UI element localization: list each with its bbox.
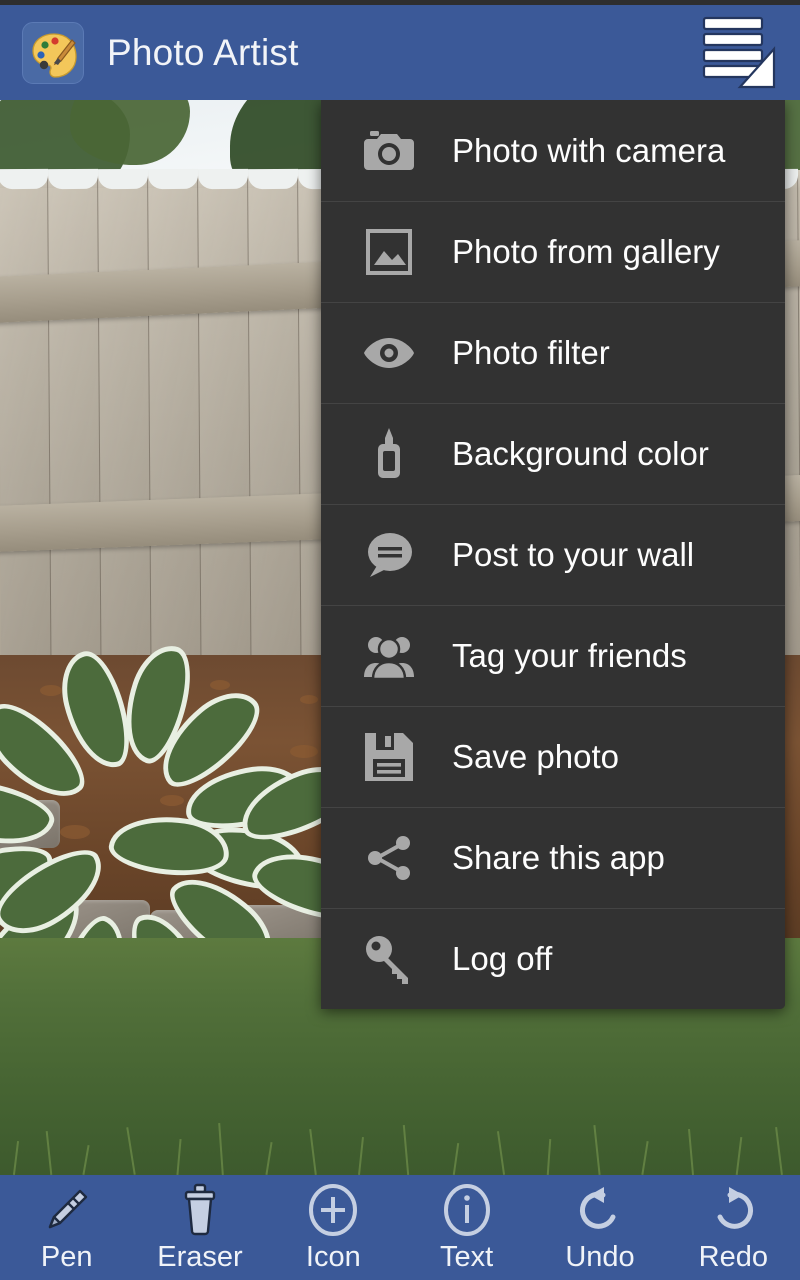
- palette-icon: [22, 21, 84, 84]
- tool-text[interactable]: Text: [400, 1175, 533, 1280]
- camera-icon: [361, 123, 417, 179]
- menu-item-label: Photo filter: [452, 334, 610, 371]
- menu-item-label: Save photo: [452, 738, 619, 775]
- tool-undo[interactable]: Undo: [533, 1175, 666, 1280]
- image-icon: [361, 224, 417, 280]
- menu-item-label: Share this app: [452, 839, 665, 876]
- hamburger-menu-icon[interactable]: [696, 13, 782, 93]
- menu-item-photo-with-camera[interactable]: Photo with camera: [321, 100, 785, 201]
- pencil-icon: [40, 1181, 94, 1237]
- info-circle-icon: [440, 1181, 494, 1237]
- app-root: Photo Artist Photo with camera Photo fro…: [0, 0, 800, 1280]
- page-title: Photo Artist: [107, 31, 299, 73]
- menu-item-save-photo[interactable]: Save photo: [321, 706, 785, 807]
- people-icon: [361, 628, 417, 684]
- menu-item-share-this-app[interactable]: Share this app: [321, 807, 785, 908]
- menu-item-photo-filter[interactable]: Photo filter: [321, 302, 785, 403]
- menu-item-tag-your-friends[interactable]: Tag your friends: [321, 605, 785, 706]
- undo-arrow-icon: [573, 1181, 627, 1237]
- menu-item-label: Tag your friends: [452, 637, 687, 674]
- tool-pen[interactable]: Pen: [0, 1175, 133, 1280]
- menu-item-background-color[interactable]: Background color: [321, 403, 785, 504]
- app-header: Photo Artist: [0, 5, 800, 100]
- tool-label: Icon: [305, 1241, 361, 1273]
- redo-arrow-icon: [706, 1181, 760, 1237]
- floppy-disk-icon: [361, 729, 417, 785]
- overflow-menu: Photo with camera Photo from gallery Pho…: [321, 100, 785, 1009]
- menu-item-label: Photo from gallery: [452, 233, 720, 270]
- key-icon: [361, 931, 417, 987]
- menu-item-log-off[interactable]: Log off: [321, 908, 785, 1009]
- menu-item-label: Photo with camera: [452, 131, 726, 169]
- tool-label: Text: [440, 1241, 494, 1273]
- status-strip: [0, 0, 800, 5]
- tool-redo[interactable]: Redo: [667, 1175, 800, 1280]
- bottom-toolbar: Pen Eraser Icon Text Undo Redo: [0, 1175, 800, 1280]
- menu-item-label: Post to your wall: [452, 536, 695, 573]
- menu-item-photo-from-gallery[interactable]: Photo from gallery: [321, 201, 785, 302]
- menu-item-label: Background color: [452, 435, 709, 472]
- tool-eraser[interactable]: Eraser: [133, 1175, 266, 1280]
- speech-bubble-icon: [361, 527, 417, 583]
- paint-bottle-icon: [361, 426, 417, 482]
- plus-circle-icon: [306, 1181, 360, 1237]
- tool-label: Eraser: [157, 1241, 243, 1273]
- tool-label: Undo: [565, 1241, 635, 1273]
- menu-item-post-to-your-wall[interactable]: Post to your wall: [321, 504, 785, 605]
- share-icon: [361, 830, 417, 886]
- tool-label: Redo: [698, 1241, 768, 1273]
- tool-icon[interactable]: Icon: [267, 1175, 400, 1280]
- trash-icon: [176, 1181, 224, 1237]
- eye-icon: [361, 325, 417, 381]
- menu-item-label: Log off: [452, 940, 553, 977]
- tool-label: Pen: [40, 1241, 93, 1273]
